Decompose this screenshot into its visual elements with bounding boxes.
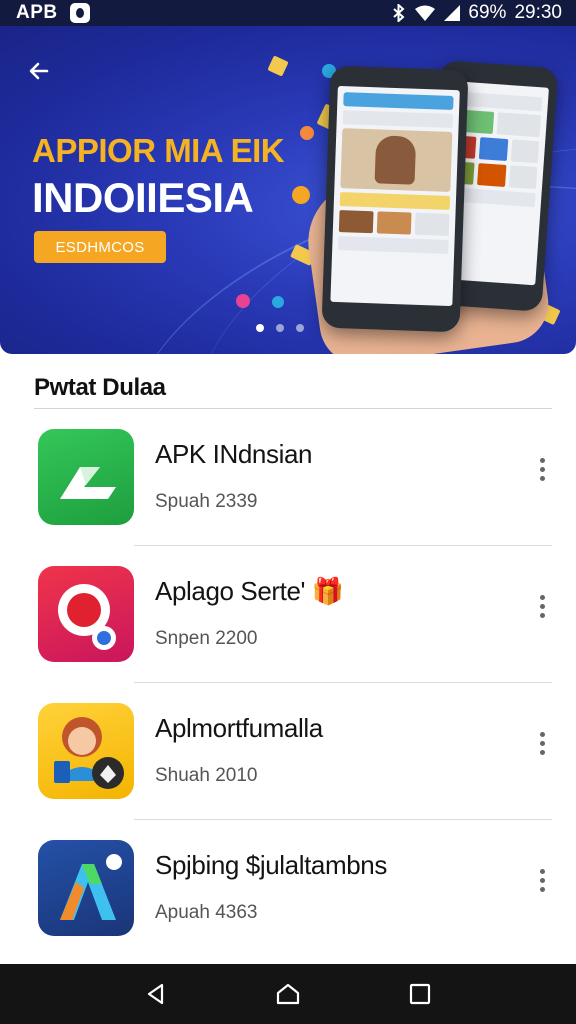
arrow-left-icon (29, 62, 49, 80)
signal-icon (444, 5, 461, 21)
wifi-icon (414, 5, 436, 21)
more-options-icon[interactable] (530, 588, 554, 624)
bluetooth-icon (392, 4, 406, 22)
carousel-dot[interactable] (256, 324, 264, 332)
confetti-icon (292, 186, 310, 204)
app-name: APK INdnsian (155, 439, 313, 469)
carrier-label: APB (16, 2, 58, 23)
hero-banner[interactable]: APPIOR MIA EIK INDOIIESIA ESDHMCOS (0, 26, 576, 354)
banner-title: APPIOR MIA EIK (32, 132, 285, 169)
banner-subtitle: INDOIIESIA (32, 174, 254, 221)
confetti-icon (267, 55, 289, 77)
section-title: Pwtat Dulaa (34, 374, 166, 401)
app-name: Spjbing $julaltambns (155, 850, 387, 880)
app-name: Aplago Serte' 🎁 (155, 576, 344, 606)
system-nav-bar (0, 964, 576, 1024)
back-button[interactable] (22, 54, 56, 88)
app-list: APK INdnsian Spuah 2339 Aplago Serte' 🎁 … (0, 409, 576, 957)
more-options-icon[interactable] (530, 862, 554, 898)
letter-a-app-icon (38, 840, 134, 936)
status-right: 69% 29:30 (392, 2, 562, 24)
app-subtitle: Spuah 2339 (155, 491, 258, 512)
avatar-app-icon (38, 703, 134, 799)
confetti-icon (236, 294, 250, 308)
red-magnifier-icon (38, 566, 134, 662)
carousel-dot[interactable] (296, 324, 304, 332)
list-item[interactable]: Spjbing $julaltambns Apuah 4363 (0, 820, 576, 957)
green-check-icon (38, 429, 134, 525)
list-item[interactable]: Aplmortfumalla Shuah 2010 (0, 683, 576, 820)
status-bar: APB 69% 29:30 (0, 0, 576, 26)
carousel-dot[interactable] (276, 324, 284, 332)
list-item[interactable]: Aplago Serte' 🎁 Snpen 2200 (0, 546, 576, 683)
phone-illustration (321, 65, 469, 333)
confetti-icon (272, 296, 284, 308)
app-subtitle: Shuah 2010 (155, 765, 258, 786)
list-item[interactable]: APK INdnsian Spuah 2339 (0, 409, 576, 546)
home-icon[interactable] (268, 974, 308, 1014)
more-options-icon[interactable] (530, 451, 554, 487)
confetti-icon (300, 126, 314, 140)
battery-percent: 69% (468, 2, 507, 23)
app-subtitle: Apuah 4363 (155, 902, 258, 923)
carousel-indicator[interactable] (256, 324, 304, 332)
recents-icon[interactable] (400, 974, 440, 1014)
notification-icon (69, 3, 90, 23)
status-left: APB (16, 2, 90, 24)
app-name: Aplmortfumalla (155, 713, 323, 743)
back-icon[interactable] (136, 974, 176, 1014)
clock: 29:30 (514, 2, 562, 23)
banner-cta-button[interactable]: ESDHMCOS (34, 231, 166, 263)
more-options-icon[interactable] (530, 725, 554, 761)
app-subtitle: Snpen 2200 (155, 628, 258, 649)
